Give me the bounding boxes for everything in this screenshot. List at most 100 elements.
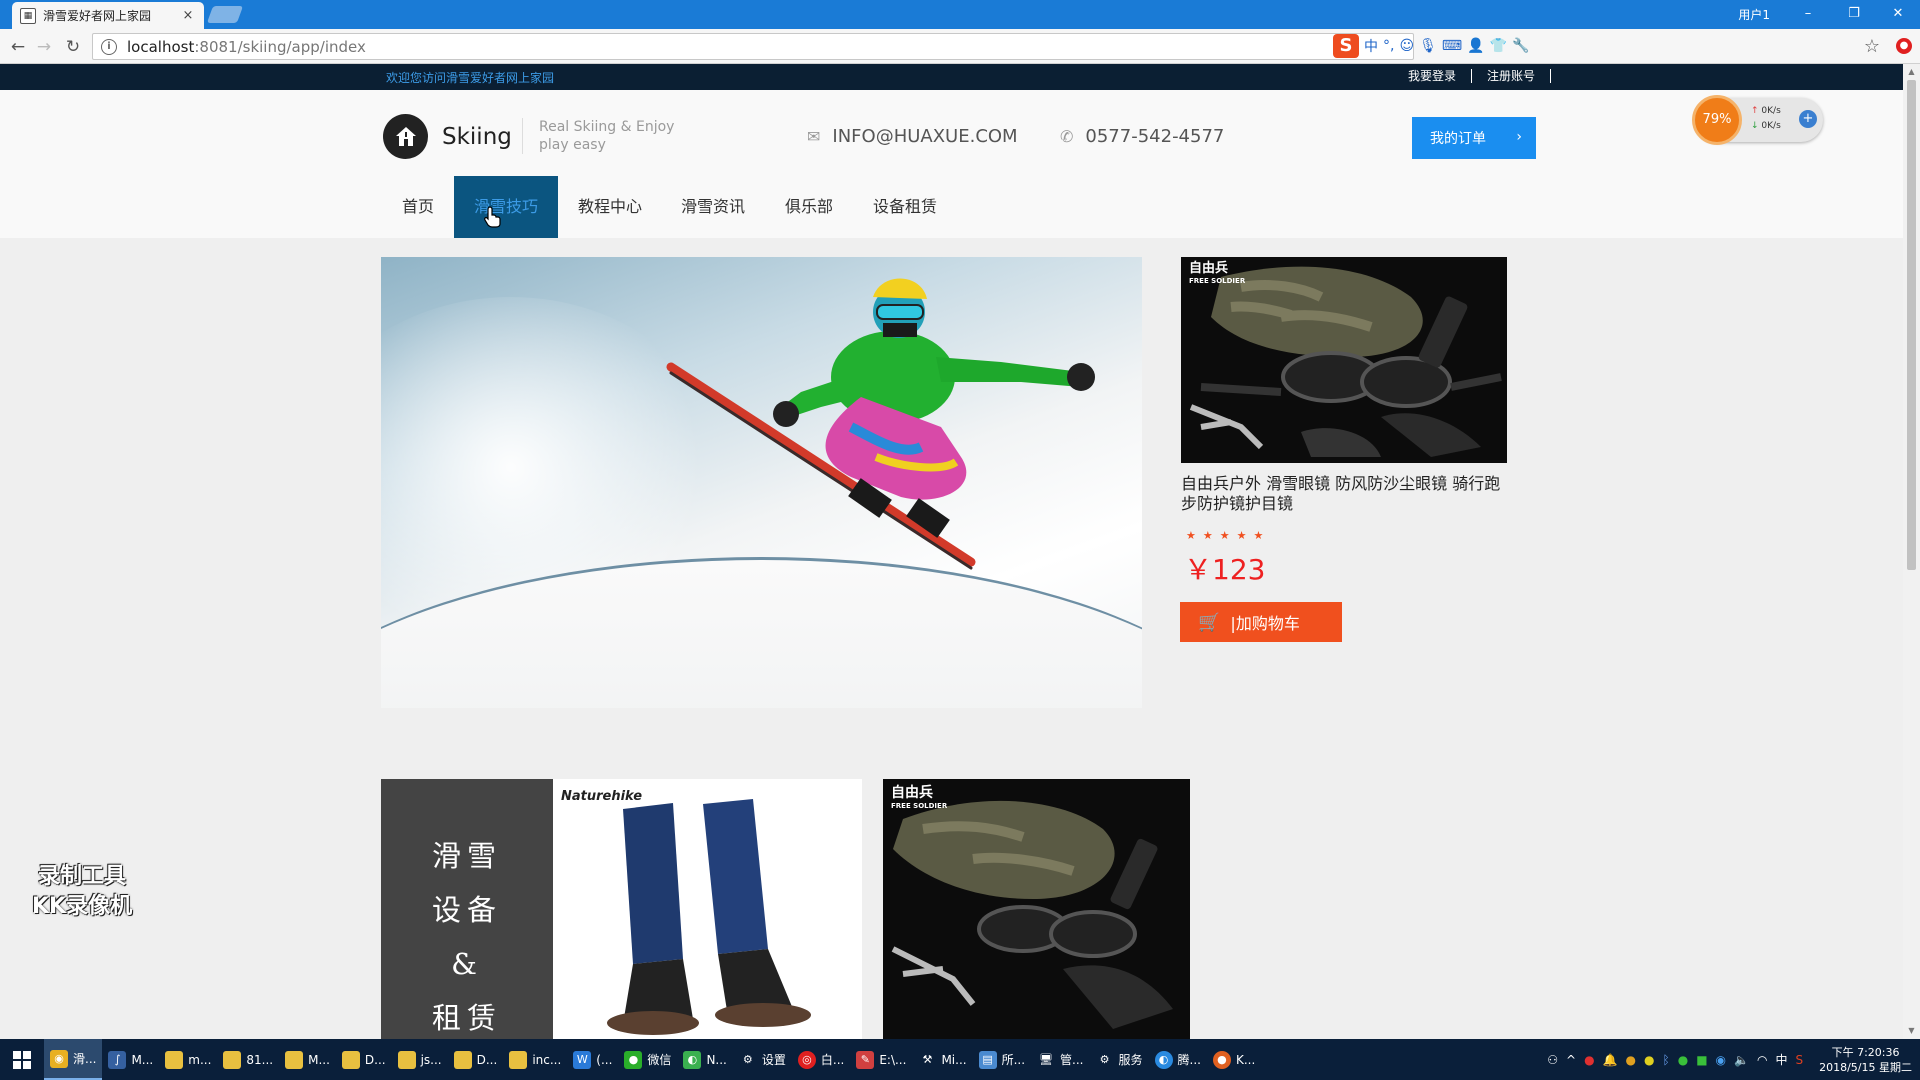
ime-chinese-icon[interactable]: 中	[1364, 36, 1378, 56]
ime-toolbar: S 中 °, ☺ 🎙 ⌨ 👤 👕 🔧	[1333, 32, 1529, 60]
site-info-icon[interactable]: i	[101, 38, 117, 55]
browser-tab[interactable]: ▦ 滑雪爱好者网上家园 ×	[12, 2, 204, 29]
taskbar-item[interactable]: inc...	[503, 1039, 567, 1080]
taskbar-item[interactable]: ◐ N...	[677, 1039, 732, 1080]
memory-percent: 79%	[1692, 95, 1742, 145]
tray-app-icon[interactable]: ●	[1626, 1053, 1636, 1067]
taskbar-item[interactable]: m...	[159, 1039, 217, 1080]
reload-icon[interactable]: ↻	[62, 36, 84, 58]
product-title[interactable]: 自由兵户外 滑雪眼镜 防风防沙尘眼镜 骑行跑步防护镜护目镜	[1181, 474, 1511, 514]
restore-button[interactable]: ❐	[1834, 3, 1874, 25]
computer-icon: 🖥	[1039, 1052, 1054, 1066]
taskbar-item[interactable]: W (...	[567, 1039, 618, 1080]
taskbar-item[interactable]: 81...	[217, 1039, 279, 1080]
nav-item-ski-tips[interactable]: 滑雪技巧	[454, 176, 558, 238]
people-icon[interactable]: ⚇	[1547, 1053, 1558, 1067]
scroll-down-icon[interactable]: ▼	[1903, 1023, 1920, 1039]
welcome-text: 欢迎您访问滑雪爱好者网上家园	[386, 71, 555, 85]
bookmark-star-icon[interactable]: ☆	[1864, 36, 1880, 57]
gaiter-brand-logo: Naturehike	[561, 789, 643, 804]
tray-app-icon[interactable]: ■	[1696, 1053, 1707, 1067]
register-link[interactable]: 注册账号	[1472, 69, 1552, 83]
tab-close-icon[interactable]: ×	[180, 8, 196, 23]
bluetooth-icon[interactable]: ᛒ	[1663, 1053, 1670, 1067]
nav-item-home[interactable]: 首页	[383, 176, 453, 238]
ime-indicator[interactable]: 中	[1775, 1051, 1787, 1068]
page-favicon-icon: ▦	[20, 7, 36, 24]
nav-item-rental[interactable]: 设备租赁	[862, 176, 948, 238]
hand-cursor-icon	[484, 206, 501, 228]
tray-app-icon[interactable]: ●	[1644, 1053, 1654, 1067]
page-scrollbar[interactable]: ▲ ▼	[1903, 64, 1920, 1039]
folder-icon	[397, 1050, 416, 1069]
minimize-button[interactable]: –	[1788, 3, 1828, 25]
scroll-up-icon[interactable]: ▲	[1903, 64, 1920, 80]
wechat-icon: ●	[624, 1050, 643, 1069]
folder-icon	[223, 1050, 242, 1069]
taskbar-item[interactable]: ● K...	[1207, 1039, 1261, 1080]
sogou-icon[interactable]: S	[1333, 34, 1359, 58]
taskbar-item[interactable]: D...	[448, 1039, 504, 1080]
ime-punct-icon[interactable]: °,	[1383, 38, 1394, 54]
taskbar-item[interactable]: ▤ 所...	[973, 1039, 1031, 1080]
close-window-button[interactable]: ✕	[1878, 3, 1918, 25]
taskbar-item[interactable]: ✎ E:\...	[850, 1039, 912, 1080]
wifi-icon[interactable]: ◠	[1757, 1053, 1767, 1067]
taskbar-item-settings[interactable]: ⚙ 设置	[733, 1039, 792, 1080]
goggles-gear-illustration	[1181, 257, 1507, 463]
volume-icon[interactable]: 🔈	[1734, 1053, 1749, 1067]
new-tab-button[interactable]	[206, 6, 244, 23]
taskbar-item[interactable]: D...	[336, 1039, 392, 1080]
sogou-tray-icon[interactable]: S	[1795, 1053, 1803, 1067]
shirt-icon[interactable]: 👕	[1490, 38, 1507, 54]
windows-start-icon[interactable]	[0, 1039, 44, 1080]
banner-line-1: 滑雪	[431, 839, 502, 873]
user-icon[interactable]: 👤	[1467, 38, 1484, 54]
gear-icon: ⚙	[742, 1052, 753, 1066]
address-bar[interactable]: i localhost:8081/skiing/app/index	[92, 33, 1414, 60]
add-to-cart-button[interactable]: 🛒 |加购物车	[1180, 602, 1342, 642]
cart-icon: 🛒	[1198, 611, 1221, 633]
equipment-rental-banner[interactable]: 滑雪 设备 & 租赁	[381, 779, 553, 1039]
nav-item-news[interactable]: 滑雪资讯	[670, 176, 756, 238]
forward-arrow-icon[interactable]: →	[33, 36, 55, 58]
taskbar-item[interactable]: 🖥 管...	[1031, 1039, 1089, 1080]
emoji-icon[interactable]: ☺	[1399, 38, 1414, 54]
notification-icon[interactable]: 🔔	[1603, 1053, 1618, 1067]
browser-menu-icon[interactable]: ●	[1896, 38, 1912, 54]
scrollbar-thumb[interactable]	[1907, 80, 1916, 570]
network-speed-widget[interactable]: 79% ↑ 0K/s ↓ 0K/s +	[1692, 95, 1823, 145]
system-clock[interactable]: 下午 7:20:36 2018/5/15 星期二	[1819, 1045, 1912, 1075]
taskbar-item[interactable]: ◐ 腾...	[1149, 1039, 1207, 1080]
mic-icon[interactable]: 🎙	[1419, 38, 1437, 54]
gear-set-image[interactable]: 自由兵 FREE SOLDIER	[883, 779, 1190, 1039]
taskbar-item[interactable]: js...	[392, 1039, 448, 1080]
tray-app-icon[interactable]: ◉	[1716, 1053, 1726, 1067]
taskbar-item[interactable]: M...	[279, 1039, 336, 1080]
wrench-icon[interactable]: 🔧	[1512, 38, 1529, 54]
taskbar-item[interactable]: ◎ 白...	[792, 1039, 850, 1080]
nav-item-tutorials[interactable]: 教程中心	[567, 176, 653, 238]
window-user-label[interactable]: 用户1	[1738, 6, 1770, 23]
taskbar-item-wechat[interactable]: ● 微信	[618, 1039, 677, 1080]
my-orders-button[interactable]: 我的订单 ›	[1412, 117, 1536, 159]
wechat-tray-icon[interactable]: ●	[1678, 1053, 1688, 1067]
tray-app-icon[interactable]: ●	[1584, 1053, 1594, 1067]
home-logo-icon[interactable]	[383, 114, 428, 159]
app-icon: ▤	[978, 1050, 997, 1069]
taskbar-item[interactable]: ⚒ Mi...	[912, 1039, 972, 1080]
tray-expand-icon[interactable]: ^	[1566, 1053, 1576, 1067]
taskbar-item[interactable]: ∫ M...	[102, 1039, 159, 1080]
product-goggles-image[interactable]: 自由兵 FREE SOLDIER	[1181, 257, 1507, 463]
back-arrow-icon[interactable]: ←	[7, 36, 29, 58]
nav-item-club[interactable]: 俱乐部	[776, 176, 842, 238]
taskbar-item-chrome[interactable]: ◉ 滑...	[44, 1039, 103, 1080]
brand-name[interactable]: Skiing	[442, 124, 512, 150]
taskbar-item[interactable]: ⚙ 服务	[1090, 1039, 1149, 1080]
keyboard-icon[interactable]: ⌨	[1442, 38, 1462, 54]
hero-snowboard-image[interactable]	[381, 257, 1142, 708]
gaiter-product-image[interactable]: Naturehike	[553, 779, 862, 1039]
login-link[interactable]: 我要登录	[1393, 69, 1473, 83]
boost-icon[interactable]: +	[1799, 110, 1817, 128]
add-to-cart-label: |加购物车	[1230, 614, 1300, 633]
